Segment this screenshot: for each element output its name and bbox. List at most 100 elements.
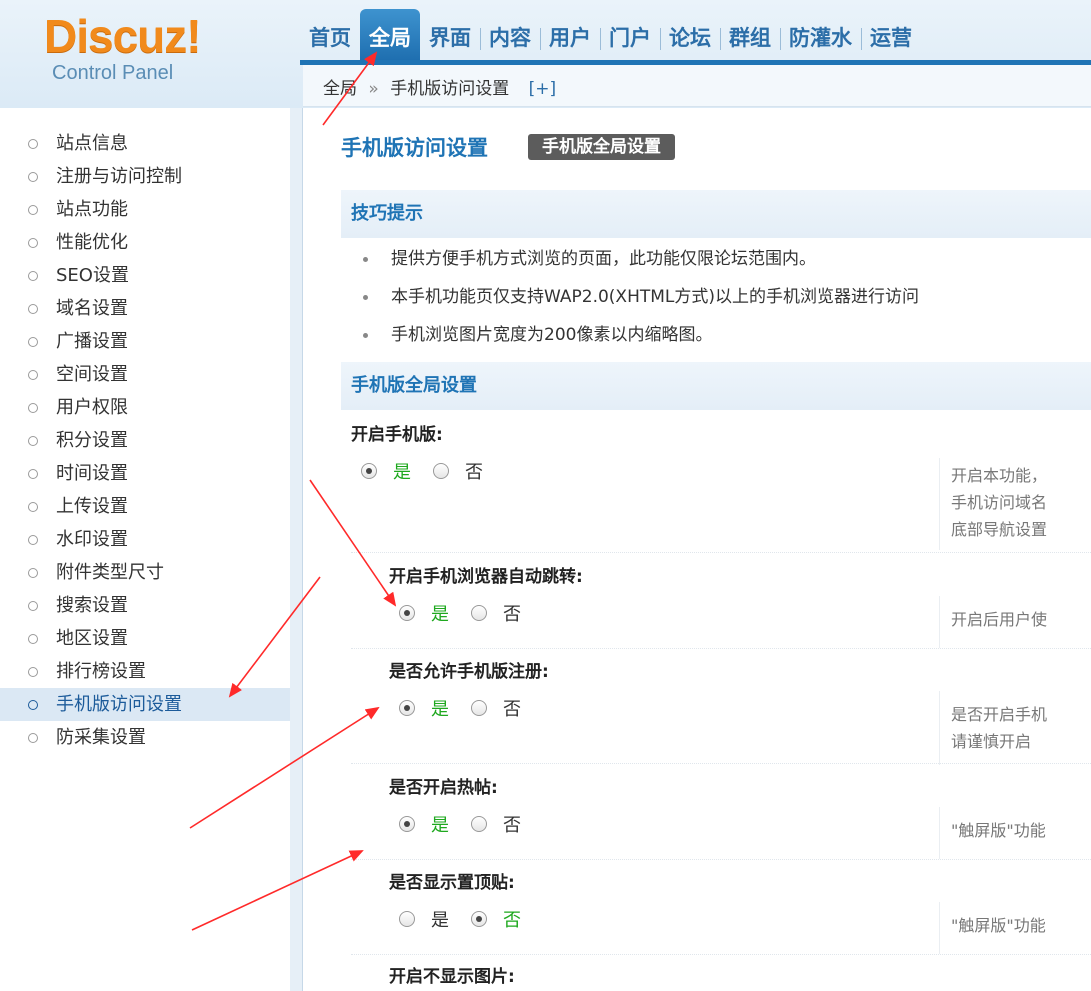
sidebar-item-attachment[interactable]: 附件类型尺寸 (0, 556, 290, 589)
sidebar-item-upload[interactable]: 上传设置 (0, 490, 290, 523)
setting-label: 是否显示置顶贴: (389, 873, 515, 893)
tip-item: 提供方便手机方式浏览的页面，此功能仅限论坛范围内。 (341, 240, 1091, 278)
sidebar-item-register-access[interactable]: 注册与访问控制 (0, 160, 290, 193)
bullet-icon (28, 403, 38, 413)
radio-yes[interactable]: 是 (361, 458, 411, 484)
sidebar-item-label: 防采集设置 (56, 727, 146, 748)
setting-hide-images: 开启不显示图片: (341, 962, 1091, 991)
radio-no[interactable]: 否 (471, 906, 521, 932)
sidebar-item-label: 注册与访问控制 (56, 166, 182, 187)
tab-antispam[interactable]: 防灌水 (780, 12, 861, 60)
bullet-icon (28, 469, 38, 479)
column-divider (939, 691, 940, 765)
bullet-icon (28, 271, 38, 281)
bullet-icon (28, 502, 38, 512)
sidebar-item-credits[interactable]: 积分设置 (0, 424, 290, 457)
setting-label: 是否允许手机版注册: (389, 662, 549, 682)
setting-auto-redirect: 开启手机浏览器自动跳转: 是 否 开启后用户使 (341, 562, 1091, 649)
radio-label: 否 (503, 604, 521, 625)
sidebar-item-performance[interactable]: 性能优化 (0, 226, 290, 259)
tab-portal[interactable]: 门户 (600, 12, 660, 60)
breadcrumb-current: 手机版访问设置 (390, 79, 510, 99)
sidebar-item-broadcast[interactable]: 广播设置 (0, 325, 290, 358)
sidebar-item-domain[interactable]: 域名设置 (0, 292, 290, 325)
setting-description: "触屏版"功能 (951, 912, 1046, 939)
bullet-icon (28, 304, 38, 314)
sidebar-item-label: 排行榜设置 (56, 661, 146, 682)
logo-brand: Discuz! (44, 10, 202, 62)
desc-line: 手机访问域名 (951, 493, 1048, 512)
sidebar-item-label: 域名设置 (56, 298, 128, 319)
radio-yes[interactable]: 是 (399, 811, 449, 837)
title-row: 手机版访问设置 手机版全局设置 (341, 130, 675, 164)
setting-label: 开启手机版: (351, 425, 443, 445)
desc-line: 开启本功能， (951, 466, 1048, 485)
radio-no[interactable]: 否 (433, 458, 483, 484)
column-divider (939, 902, 940, 954)
desc-line: 请谨慎开启 (951, 732, 1032, 751)
radio-unchecked-icon (433, 463, 449, 479)
breadcrumb-root[interactable]: 全局 (323, 79, 357, 99)
settings-heading: 手机版全局设置 (341, 362, 1091, 410)
sidebar-item-label: 用户权限 (56, 397, 128, 418)
sidebar-item-region[interactable]: 地区设置 (0, 622, 290, 655)
radio-yes[interactable]: 是 (399, 600, 449, 626)
radio-checked-icon (399, 605, 415, 621)
tab-groups[interactable]: 群组 (720, 12, 780, 60)
bullet-icon (28, 733, 38, 743)
bullet-icon (28, 172, 38, 182)
tab-content[interactable]: 内容 (480, 12, 540, 60)
sidebar-item-seo[interactable]: SEO设置 (0, 259, 290, 292)
desc-line: 底部导航设置 (951, 520, 1048, 539)
sidebar-item-mobile-access[interactable]: 手机版访问设置 (0, 688, 290, 721)
radio-label: 是 (431, 604, 449, 625)
main-content: 手机版访问设置 手机版全局设置 技巧提示 提供方便手机方式浏览的页面，此功能仅限… (303, 108, 1091, 991)
sidebar-item-watermark[interactable]: 水印设置 (0, 523, 290, 556)
radio-yes[interactable]: 是 (399, 695, 449, 721)
setting-hot-threads: 是否开启热帖: 是 否 "触屏版"功能 (341, 773, 1091, 860)
tab-global[interactable]: 全局 (360, 9, 420, 60)
radio-unchecked-icon (471, 816, 487, 832)
row-separator (351, 859, 1091, 860)
radio-no[interactable]: 否 (471, 695, 521, 721)
radio-label: 是 (431, 910, 449, 931)
add-shortcut-button[interactable]: [+] (529, 79, 557, 99)
sidebar-item-ranking[interactable]: 排行榜设置 (0, 655, 290, 688)
radio-no[interactable]: 否 (471, 811, 521, 837)
setting-label: 是否开启热帖: (389, 778, 498, 798)
global-settings-button[interactable]: 手机版全局设置 (528, 134, 675, 160)
radio-unchecked-icon (471, 700, 487, 716)
sidebar-item-time[interactable]: 时间设置 (0, 457, 290, 490)
page-title: 手机版访问设置 (341, 136, 488, 160)
tab-forum[interactable]: 论坛 (660, 12, 720, 60)
tab-interface[interactable]: 界面 (420, 12, 480, 60)
tab-users[interactable]: 用户 (540, 12, 600, 60)
setting-sticky-posts: 是否显示置顶贴: 是 否 "触屏版"功能 (341, 868, 1091, 955)
sidebar-item-permissions[interactable]: 用户权限 (0, 391, 290, 424)
sidebar-item-label: 空间设置 (56, 364, 128, 385)
sidebar-item-site-info[interactable]: 站点信息 (0, 127, 290, 160)
sidebar-item-site-features[interactable]: 站点功能 (0, 193, 290, 226)
breadcrumb-separator: » (368, 79, 379, 99)
sidebar-item-space[interactable]: 空间设置 (0, 358, 290, 391)
tab-home[interactable]: 首页 (300, 12, 360, 60)
sidebar-item-label: 性能优化 (56, 232, 128, 253)
radio-unchecked-icon (399, 911, 415, 927)
tip-item: 本手机功能页仅支持WAP2.0(XHTML方式)以上的手机浏览器进行访问 (341, 278, 1091, 316)
sidebar-item-anti-scrape[interactable]: 防采集设置 (0, 721, 290, 754)
desc-line: 是否开启手机 (951, 705, 1048, 724)
tip-item: 手机浏览图片宽度为200像素以内缩略图。 (341, 316, 1091, 354)
radio-checked-icon (471, 911, 487, 927)
radio-no[interactable]: 否 (471, 600, 521, 626)
bullet-icon (28, 667, 38, 677)
radio-label: 否 (503, 699, 521, 720)
bullet-icon (28, 238, 38, 248)
sidebar-item-search[interactable]: 搜索设置 (0, 589, 290, 622)
radio-yes[interactable]: 是 (399, 906, 449, 932)
logo[interactable]: Discuz! Control Panel (44, 10, 264, 84)
column-divider (939, 458, 940, 550)
sidebar-item-label: 上传设置 (56, 496, 128, 517)
column-divider (939, 807, 940, 859)
top-nav: 首页 全局 界面 内容 用户 门户 论坛 群组 防灌水 运营 (300, 9, 921, 60)
tab-operations[interactable]: 运营 (861, 12, 921, 60)
